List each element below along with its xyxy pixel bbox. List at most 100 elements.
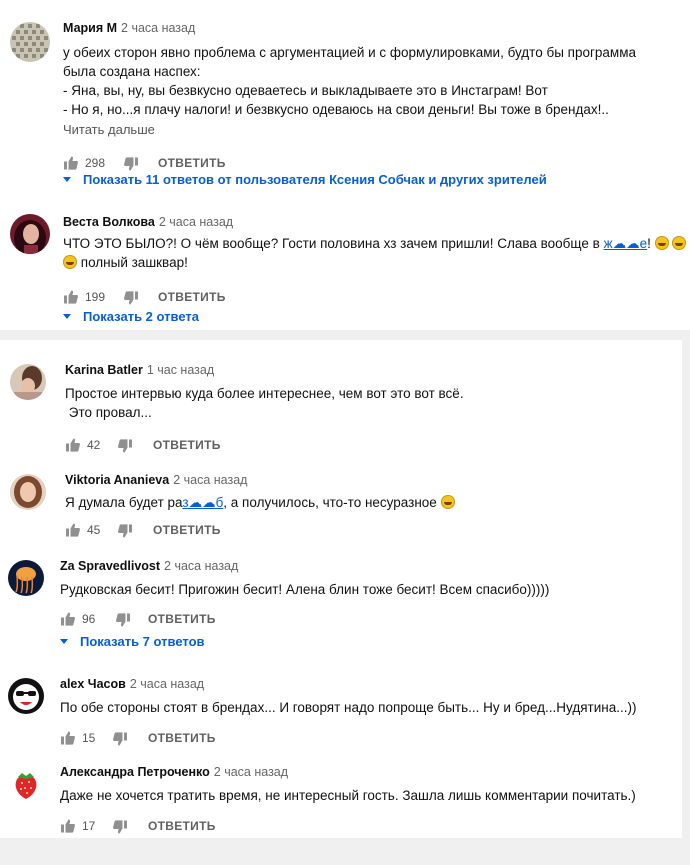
like-count: 15 <box>82 731 96 745</box>
read-more-link[interactable]: Читать дальше <box>63 122 673 137</box>
comment-author[interactable]: Веста Волкова <box>63 215 155 229</box>
comment-text-line: у обеих сторон явно проблема с аргумента… <box>63 45 636 60</box>
reply-button[interactable]: ОТВЕТИТЬ <box>153 438 221 452</box>
comment-text-line: ЧТО ЭТО БЫЛО?! О чём вообще? Гости полов… <box>63 234 687 253</box>
thumbs-up-icon[interactable] <box>63 155 79 171</box>
comment-item: Мария М 2 часа назад у обеих сторон явно … <box>10 20 680 190</box>
show-replies-button[interactable]: Показать 7 ответов <box>60 634 205 649</box>
reply-button[interactable]: ОТВЕТИТЬ <box>153 523 221 537</box>
comment-author[interactable]: alex Часов <box>60 677 126 691</box>
chevron-down-icon <box>63 314 71 320</box>
thumbs-down-icon[interactable] <box>117 438 133 454</box>
comments-panel-top: Мария М 2 часа назад у обеих сторон явно … <box>0 0 690 330</box>
reply-button[interactable]: ОТВЕТИТЬ <box>148 731 216 745</box>
comment-text-fragment: полный зашквар! <box>80 255 188 270</box>
thumbs-down-icon[interactable] <box>123 156 139 172</box>
comment-author[interactable]: Александра Петроченко <box>60 765 210 779</box>
comment-time[interactable]: 2 часа назад <box>164 559 238 573</box>
comment-text: Я думала будет раз☁☁б, а получилось, что… <box>65 493 665 512</box>
comment-header: Александра Петроченко 2 часа назад <box>60 764 660 780</box>
grinning-emoji-icon <box>440 495 455 509</box>
comment-link[interactable]: з☁☁б <box>182 495 223 510</box>
comment-item: Веста Волкова 2 часа назад ЧТО ЭТО БЫЛО?!… <box>10 214 687 324</box>
comment-text-fragment: , а получилось, что-то несуразное <box>223 495 441 510</box>
comment-author[interactable]: Karina Batler <box>65 363 143 377</box>
woman-avatar-icon[interactable] <box>10 364 46 400</box>
thumbs-down-icon[interactable] <box>117 523 133 539</box>
like-count: 45 <box>87 523 101 537</box>
thumbs-up-icon[interactable] <box>60 611 76 627</box>
comment-text: Простое интервью куда более интереснее, … <box>65 384 665 422</box>
like-count: 96 <box>82 612 96 626</box>
comment-text-line: Даже не хочется тратить время, не интере… <box>60 788 636 803</box>
comment-actions: 96 ОТВЕТИТЬ <box>60 609 660 629</box>
comment-header: Мария М 2 часа назад <box>63 20 673 36</box>
comment-header: Karina Batler 1 час назад <box>65 362 665 378</box>
like-count: 298 <box>85 156 106 170</box>
reply-button[interactable]: ОТВЕТИТЬ <box>158 290 226 304</box>
sunglasses-avatar-icon[interactable] <box>8 678 44 714</box>
comment-item: Viktoria Ananieva 2 часа назад Я думала б… <box>10 472 670 542</box>
strawberry-avatar-icon[interactable] <box>8 766 44 802</box>
comment-time[interactable]: 2 часа назад <box>130 677 204 691</box>
reply-button[interactable]: ОТВЕТИТЬ <box>148 819 216 833</box>
comment-time[interactable]: 2 часа назад <box>214 765 288 779</box>
comment-actions: 45 ОТВЕТИТЬ <box>65 520 665 540</box>
laughing-emoji-icon <box>672 236 687 250</box>
comment-text: ЧТО ЭТО БЫЛО?! О чём вообще? Гости полов… <box>63 234 687 272</box>
comment-item: Za Spravedlivost 2 часа назад Рудковская … <box>8 558 668 628</box>
show-replies-button[interactable]: Показать 2 ответа <box>63 309 199 324</box>
woman-avatar-icon[interactable] <box>10 214 50 254</box>
comment-actions: 15 ОТВЕТИТЬ <box>60 728 660 748</box>
like-count: 17 <box>82 819 96 833</box>
thumbs-up-icon[interactable] <box>65 437 81 453</box>
thumbs-down-icon[interactable] <box>123 290 139 306</box>
thumbs-up-icon[interactable] <box>60 818 76 834</box>
reply-button[interactable]: ОТВЕТИТЬ <box>158 156 226 170</box>
comment-text-line: - Но я, но...я плачу налоги! и безвкусно… <box>63 102 609 117</box>
comment-text: у обеих сторон явно проблема с аргумента… <box>63 43 673 119</box>
comment-header: Веста Волкова 2 часа назад <box>63 214 673 230</box>
woman-avatar-icon[interactable] <box>10 474 46 510</box>
comment-author[interactable]: Мария М <box>63 21 117 35</box>
comments-panel-bottom: Karina Batler 1 час назад Простое интервь… <box>0 340 682 838</box>
pattern-avatar-icon[interactable] <box>10 22 50 62</box>
laughing-emoji-icon <box>654 236 669 250</box>
comment-text-line: Простое интервью куда более интереснее, … <box>65 386 464 401</box>
comment-link[interactable]: ж☁☁е <box>604 236 648 251</box>
thumbs-down-icon[interactable] <box>115 612 131 628</box>
show-replies-label: Показать 11 ответов от пользователя Ксен… <box>83 172 547 187</box>
thumbs-up-icon[interactable] <box>65 522 81 538</box>
thumbs-up-icon[interactable] <box>63 289 79 305</box>
reply-button[interactable]: ОТВЕТИТЬ <box>148 612 216 626</box>
chevron-down-icon <box>60 639 68 645</box>
comment-header: Za Spravedlivost 2 часа назад <box>60 558 660 574</box>
comment-text-line: - Яна, вы, ну, вы безвкусно одеваетесь и… <box>63 83 548 98</box>
comment-text: По обе стороны стоят в брендах... И гово… <box>60 698 660 717</box>
comment-text-line: По обе стороны стоят в брендах... И гово… <box>60 700 637 715</box>
show-replies-label: Показать 2 ответа <box>83 309 199 324</box>
comment-header: alex Часов 2 часа назад <box>60 676 660 692</box>
thumbs-down-icon[interactable] <box>112 819 128 835</box>
comment-header: Viktoria Ananieva 2 часа назад <box>65 472 665 488</box>
comment-actions: 298 ОТВЕТИТЬ <box>63 153 673 173</box>
comment-author[interactable]: Za Spravedlivost <box>60 559 160 573</box>
comment-time[interactable]: 1 час назад <box>147 363 214 377</box>
comment-text-line: полный зашквар! <box>63 253 673 272</box>
thumbs-up-icon[interactable] <box>60 730 76 746</box>
comment-time[interactable]: 2 часа назад <box>121 21 195 35</box>
comment-text-fragment: ЧТО ЭТО БЫЛО?! О чём вообще? Гости полов… <box>63 236 604 251</box>
chevron-down-icon <box>63 177 71 183</box>
show-replies-label: Показать 7 ответов <box>80 634 205 649</box>
comment-actions: 17 ОТВЕТИТЬ <box>60 816 660 836</box>
comment-text-line: была создана наспех: <box>63 64 201 79</box>
thumbs-down-icon[interactable] <box>112 731 128 747</box>
comment-text-fragment: ! <box>647 236 655 251</box>
comment-time[interactable]: 2 часа назад <box>159 215 233 229</box>
comment-author[interactable]: Viktoria Ananieva <box>65 473 169 487</box>
show-replies-button[interactable]: Показать 11 ответов от пользователя Ксен… <box>63 172 547 187</box>
comment-item: Karina Batler 1 час назад Простое интервь… <box>10 362 670 452</box>
comment-time[interactable]: 2 часа назад <box>173 473 247 487</box>
comment-actions: 199 ОТВЕТИТЬ <box>63 287 673 307</box>
jellyfish-avatar-icon[interactable] <box>8 560 44 596</box>
